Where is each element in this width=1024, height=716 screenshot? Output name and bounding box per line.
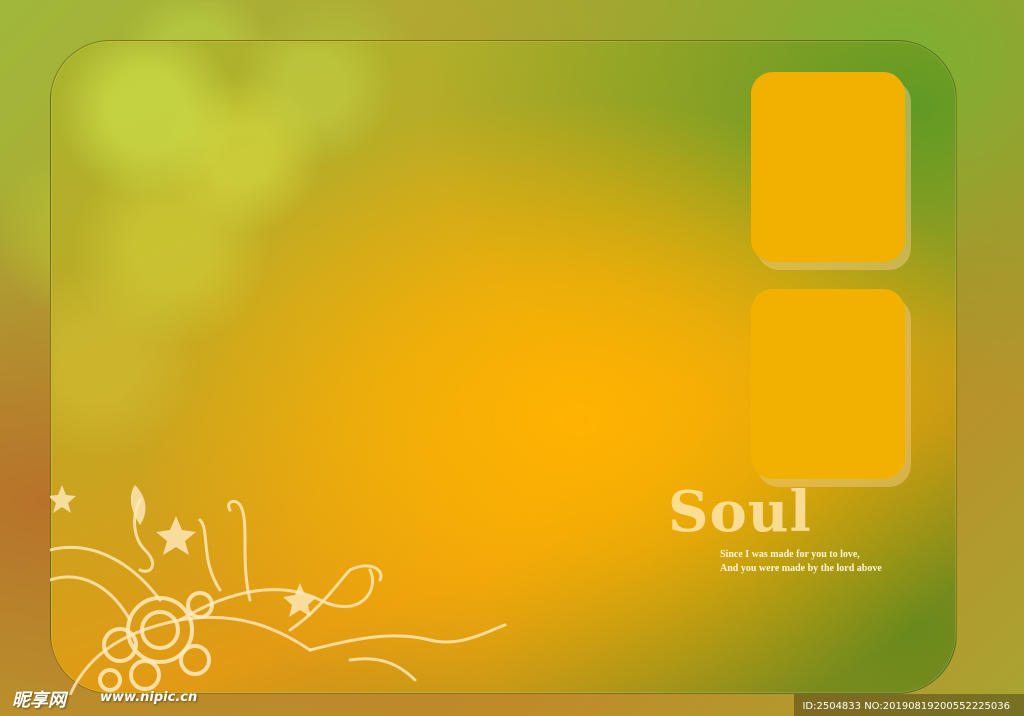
- image-id-text: ID:2504833 NO:20190819200552225036: [802, 701, 1010, 712]
- floral-ornament: [50, 485, 507, 695]
- watermark-logo: 昵享网: [12, 690, 66, 711]
- watermark-url[interactable]: www.nipic.cn: [100, 690, 197, 705]
- lyric-line-2: And you were made by the lord above: [720, 563, 882, 574]
- frame-foliage-overlay: [51, 41, 531, 501]
- photo-slot-1[interactable]: [751, 72, 905, 262]
- background-canvas: Soul Since I was made for you to love, A…: [0, 0, 1024, 716]
- title-soul: Soul: [668, 479, 812, 545]
- lyric-line-1: Since I was made for you to love,: [720, 549, 860, 560]
- photo-slot-2[interactable]: [751, 289, 905, 479]
